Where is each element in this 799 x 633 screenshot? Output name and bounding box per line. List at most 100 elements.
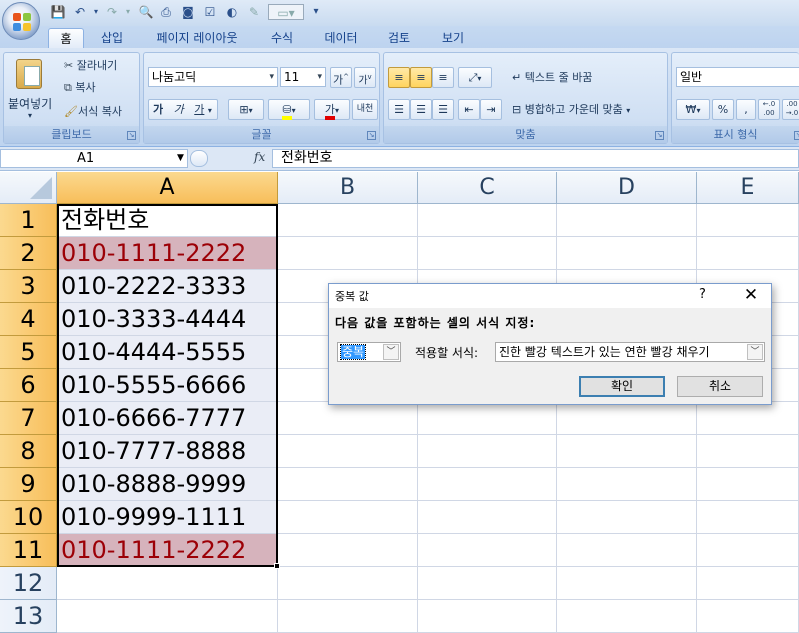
checkbox-icon[interactable]: ☑ xyxy=(202,4,218,20)
copy-button[interactable]: ⧉ 복사 xyxy=(64,79,96,95)
paste-dropdown-icon[interactable]: ▾ xyxy=(28,111,32,120)
cell[interactable]: 010-4444-5555 xyxy=(57,336,278,369)
cell[interactable]: 010-6666-7777 xyxy=(57,402,278,435)
cell[interactable] xyxy=(418,402,557,435)
cell[interactable] xyxy=(557,600,697,633)
cut-button[interactable]: ✂ 잘라내기 xyxy=(64,57,117,73)
shrink-font-button[interactable]: 가v xyxy=(354,67,376,88)
currency-button[interactable]: ₩▾ xyxy=(676,99,710,120)
cell[interactable] xyxy=(418,435,557,468)
print-icon[interactable]: ⎙ xyxy=(158,4,174,20)
tab-formulas[interactable]: 수식 xyxy=(262,28,302,48)
cell[interactable]: 010-9999-1111 xyxy=(57,501,278,534)
column-header[interactable]: D xyxy=(557,172,697,204)
cell[interactable] xyxy=(557,501,697,534)
cell[interactable] xyxy=(418,534,557,567)
underline-dropdown-icon[interactable]: ▾ xyxy=(208,106,212,115)
align-middle-button[interactable]: ≡ xyxy=(410,67,432,88)
ok-button[interactable]: 확인 xyxy=(579,376,665,397)
print-preview-icon[interactable]: 🔍 xyxy=(138,4,154,20)
cell[interactable]: 010-5555-6666 xyxy=(57,369,278,402)
save-icon[interactable]: 💾 xyxy=(50,4,66,20)
cell[interactable] xyxy=(557,402,697,435)
font-name-combo[interactable]: 나눔고딕 ▾ xyxy=(148,67,278,87)
decrease-indent-button[interactable]: ⇤ xyxy=(458,99,480,120)
format-painter-button[interactable]: 🖌서식 복사 xyxy=(64,103,122,119)
redo-dropdown-icon[interactable]: ▾ xyxy=(120,4,136,20)
column-header[interactable]: E xyxy=(697,172,799,204)
fill-handle[interactable] xyxy=(274,563,280,569)
cell[interactable] xyxy=(418,501,557,534)
align-right-button[interactable]: ☰ xyxy=(432,99,454,120)
row-header[interactable]: 9 xyxy=(0,468,57,501)
cell[interactable] xyxy=(278,204,418,237)
cell[interactable] xyxy=(278,600,418,633)
column-header[interactable]: A xyxy=(57,172,278,204)
paste-button[interactable]: 붙여넣기 xyxy=(8,95,52,112)
cell[interactable] xyxy=(278,567,418,600)
align-center-button[interactable]: ☰ xyxy=(410,99,432,120)
cell[interactable] xyxy=(557,237,697,270)
undo-dropdown-icon[interactable]: ▾ xyxy=(88,4,104,20)
cell[interactable] xyxy=(278,435,418,468)
percent-button[interactable]: % xyxy=(712,99,734,120)
row-header[interactable]: 13 xyxy=(0,600,57,633)
comma-button[interactable]: , xyxy=(736,99,756,120)
name-box[interactable]: A1 ▼ xyxy=(0,149,188,168)
cell[interactable] xyxy=(278,534,418,567)
tab-review[interactable]: 검토 xyxy=(378,28,420,48)
column-header[interactable]: C xyxy=(418,172,557,204)
row-header[interactable]: 8 xyxy=(0,435,57,468)
cell[interactable] xyxy=(557,204,697,237)
redo-icon[interactable]: ↷ xyxy=(104,4,120,20)
cell[interactable]: 010-3333-4444 xyxy=(57,303,278,336)
border-button[interactable]: ⊞▾ xyxy=(228,99,264,120)
tab-home[interactable]: 홈 xyxy=(48,28,84,48)
column-header[interactable]: B xyxy=(278,172,418,204)
row-header[interactable]: 10 xyxy=(0,501,57,534)
cell[interactable] xyxy=(557,468,697,501)
cell[interactable] xyxy=(418,204,557,237)
cell[interactable] xyxy=(557,534,697,567)
italic-button[interactable]: 가 xyxy=(174,103,184,116)
align-bottom-button[interactable]: ≡ xyxy=(432,67,454,88)
cell[interactable] xyxy=(57,600,278,633)
select-all-button[interactable] xyxy=(0,172,57,204)
cell[interactable] xyxy=(418,600,557,633)
align-top-button[interactable]: ≡ xyxy=(388,67,410,88)
row-header[interactable]: 12 xyxy=(0,567,57,600)
decrease-decimal-button[interactable]: .00 →.0 xyxy=(782,99,799,120)
underline-button[interactable]: 가 xyxy=(194,103,204,116)
cell[interactable] xyxy=(278,237,418,270)
align-left-button[interactable]: ☰ xyxy=(388,99,410,120)
undo-icon[interactable]: ↶ xyxy=(72,4,88,20)
grow-font-button[interactable]: 가^ xyxy=(330,67,352,88)
cell[interactable] xyxy=(278,468,418,501)
cell[interactable] xyxy=(557,435,697,468)
bold-button[interactable]: 가 xyxy=(153,103,163,116)
row-header[interactable]: 3 xyxy=(0,270,57,303)
font-size-combo[interactable]: 11 ▾ xyxy=(280,67,326,87)
number-format-combo[interactable]: 일반 xyxy=(676,67,799,87)
draw-icon[interactable]: ✎ xyxy=(246,4,262,20)
row-header[interactable]: 1 xyxy=(0,204,57,237)
cell[interactable] xyxy=(697,534,799,567)
cell[interactable] xyxy=(557,567,697,600)
cell[interactable] xyxy=(278,402,418,435)
customize-qat-button[interactable]: ▾ xyxy=(308,4,324,20)
cell[interactable] xyxy=(418,237,557,270)
cell[interactable] xyxy=(697,501,799,534)
format-select[interactable]: 진한 빨강 텍스트가 있는 연한 빨강 채우기 ﹀ xyxy=(495,342,765,362)
cell[interactable]: 010-7777-8888 xyxy=(57,435,278,468)
duplicate-type-select[interactable]: 중복 ﹀ xyxy=(337,342,401,362)
row-header[interactable]: 11 xyxy=(0,534,57,567)
row-header[interactable]: 6 xyxy=(0,369,57,402)
cell[interactable] xyxy=(278,501,418,534)
cell[interactable]: 010-1111-2222 xyxy=(57,534,278,567)
tab-page-layout[interactable]: 페이지 레이아웃 xyxy=(142,28,252,48)
tab-view[interactable]: 보기 xyxy=(432,28,474,48)
cell[interactable] xyxy=(697,600,799,633)
row-header[interactable]: 5 xyxy=(0,336,57,369)
camera-icon[interactable]: ◙ xyxy=(180,4,196,20)
increase-indent-button[interactable]: ⇥ xyxy=(480,99,502,120)
